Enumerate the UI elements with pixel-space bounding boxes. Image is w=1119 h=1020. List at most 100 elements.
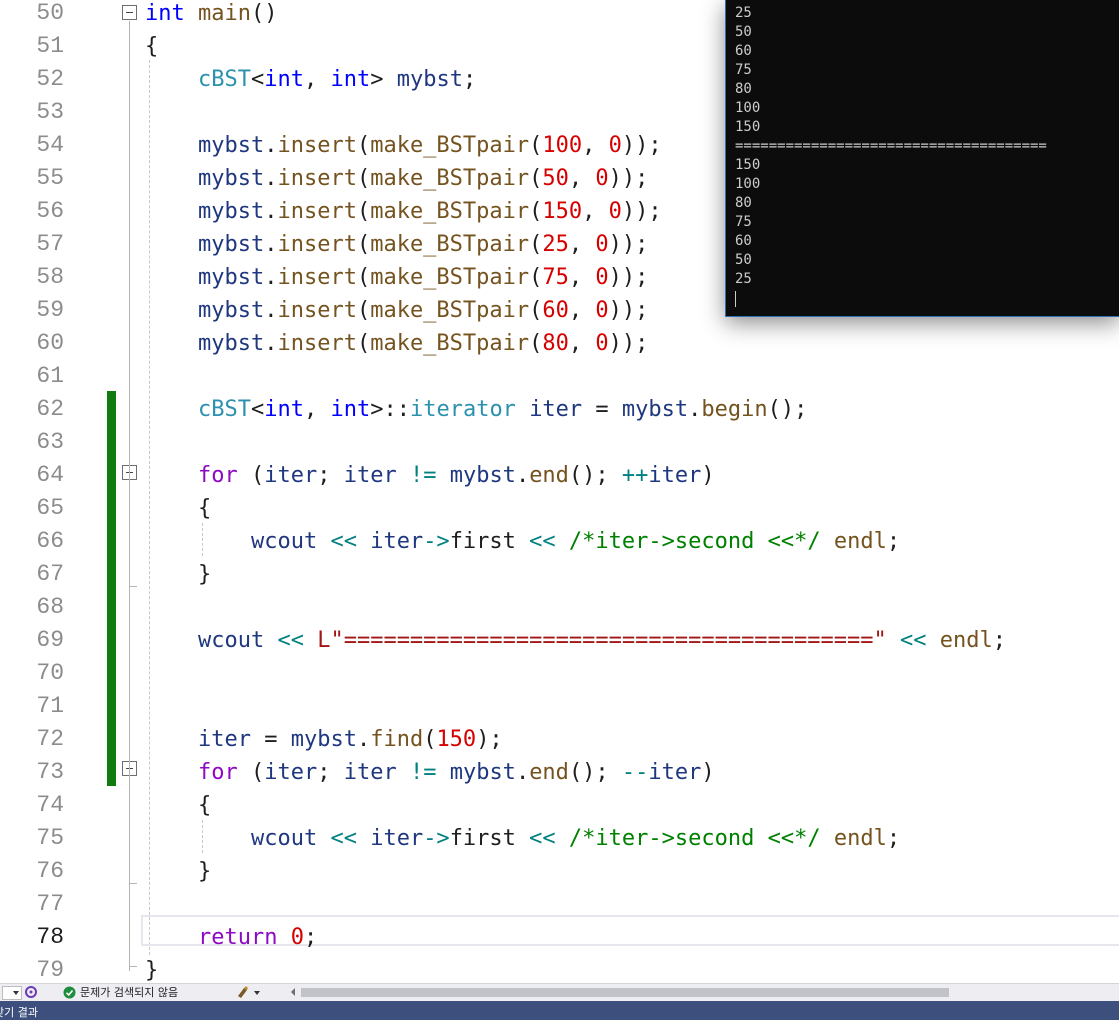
code-line[interactable]: return 0; <box>0 921 1119 954</box>
code-cleanup-icon[interactable] <box>236 985 262 1002</box>
code-token: 150 <box>436 727 477 752</box>
code-token: < <box>250 397 265 422</box>
code-line[interactable] <box>0 426 1119 459</box>
console-line: 80 <box>735 81 752 97</box>
code-token: , <box>303 397 331 422</box>
code-line[interactable] <box>0 690 1119 723</box>
code-line[interactable]: wcout << L"=============================… <box>0 624 1119 657</box>
code-token: ; <box>462 67 477 92</box>
code-token: { <box>145 793 212 818</box>
code-token: insert <box>277 199 357 224</box>
code-token: insert <box>277 232 357 257</box>
code-text[interactable]: } <box>145 954 158 983</box>
code-token: ( <box>529 166 543 191</box>
code-line[interactable]: mybst.insert(make_BSTpair(80, 0)); <box>0 327 1119 360</box>
code-text[interactable]: } <box>145 558 211 591</box>
code-token: make_BSTpair <box>370 133 530 158</box>
zoom-dropdown-icon[interactable] <box>2 986 22 1000</box>
code-token: 0 <box>595 232 609 257</box>
code-line[interactable]: iter = mybst.find(150); <box>0 723 1119 756</box>
code-text[interactable]: { <box>145 789 211 822</box>
code-line[interactable]: } <box>0 558 1119 591</box>
scroll-left-icon[interactable] <box>289 987 297 1000</box>
code-line[interactable] <box>0 591 1119 624</box>
code-token: ) <box>701 463 715 488</box>
code-text[interactable]: { <box>145 492 211 525</box>
code-token: . <box>264 133 278 158</box>
code-token: ( <box>356 298 371 323</box>
code-text[interactable]: mybst.insert(make_BSTpair(75, 0)); <box>145 261 648 294</box>
code-line[interactable]: for (iter; iter != mybst.end(); ++iter) <box>0 459 1119 492</box>
code-text[interactable]: iter = mybst.find(150); <box>145 723 503 756</box>
code-token: , <box>568 331 596 356</box>
code-text[interactable]: for (iter; iter != mybst.end(); ++iter) <box>145 459 715 492</box>
code-token: ; <box>317 463 344 488</box>
code-text[interactable]: wcout << iter->first << /*iter->second <… <box>145 525 900 558</box>
code-line[interactable]: wcout << iter->first << /*iter->second <… <box>0 525 1119 558</box>
code-token: , <box>582 133 609 158</box>
code-text[interactable]: return 0; <box>145 921 317 954</box>
code-token: } <box>145 859 212 884</box>
code-line[interactable]: } <box>0 855 1119 888</box>
code-token: , <box>568 298 596 323</box>
code-token: 0 <box>595 298 609 323</box>
code-token: ( <box>237 760 265 785</box>
code-text[interactable]: wcout << L"=============================… <box>145 624 1006 657</box>
code-token: . <box>264 232 278 257</box>
code-text[interactable]: for (iter; iter != mybst.end(); --iter) <box>145 756 715 789</box>
code-token: << <box>529 826 556 851</box>
code-token: mybst <box>449 760 516 785</box>
find-results-panel-tab[interactable]: 찾기 결과 <box>0 1001 1119 1020</box>
code-token: ++ <box>621 463 649 488</box>
console-line: 60 <box>735 233 752 249</box>
code-text[interactable]: cBST<int, int>::iterator iter = mybst.be… <box>145 393 807 426</box>
console-output-window[interactable]: 25 50 60 75 80 100 150 ========================… <box>725 0 1119 317</box>
code-line[interactable]: { <box>0 492 1119 525</box>
code-token: () <box>250 1 278 26</box>
code-line[interactable]: { <box>0 789 1119 822</box>
code-token: mybst <box>197 331 265 356</box>
code-token: ; <box>317 760 344 785</box>
horizontal-scrollbar[interactable] <box>301 988 949 997</box>
code-line[interactable] <box>0 657 1119 690</box>
code-token: ; <box>886 529 901 554</box>
code-line[interactable]: wcout << iter->first << /*iter->second <… <box>0 822 1119 855</box>
code-text[interactable]: mybst.insert(make_BSTpair(25, 0)); <box>145 228 648 261</box>
code-token: mybst <box>197 133 265 158</box>
code-token: . <box>264 199 278 224</box>
code-line[interactable]: cBST<int, int>::iterator iter = mybst.be… <box>0 393 1119 426</box>
code-text[interactable]: cBST<int, int> mybst; <box>145 63 476 96</box>
code-token: (); <box>767 397 808 422</box>
code-line[interactable] <box>0 360 1119 393</box>
code-text[interactable]: mybst.insert(make_BSTpair(50, 0)); <box>145 162 648 195</box>
code-token: first <box>449 826 530 851</box>
code-token: . <box>515 760 530 785</box>
code-text[interactable]: { <box>145 30 158 63</box>
code-text[interactable]: } <box>145 855 211 888</box>
code-text[interactable]: mybst.insert(make_BSTpair(80, 0)); <box>145 327 648 360</box>
copilot-icon[interactable] <box>24 985 38 1002</box>
code-token: . <box>515 463 530 488</box>
code-token: end <box>529 463 569 488</box>
code-text[interactable]: mybst.insert(make_BSTpair(150, 0)); <box>145 195 662 228</box>
code-token: ) <box>701 760 715 785</box>
code-token: iterator <box>409 397 516 422</box>
no-issues-text[interactable]: 문제가 검색되지 않음 <box>80 985 178 1001</box>
code-token: mybst <box>449 463 516 488</box>
code-token: << <box>330 529 357 554</box>
code-text[interactable]: wcout << iter->first << /*iter->second <… <box>145 822 900 855</box>
code-line[interactable] <box>0 888 1119 921</box>
code-text[interactable]: int main() <box>145 0 277 30</box>
code-token: end <box>529 760 569 785</box>
code-token: make_BSTpair <box>370 331 530 356</box>
code-line[interactable]: } <box>0 954 1119 983</box>
code-text[interactable]: mybst.insert(make_BSTpair(60, 0)); <box>145 294 648 327</box>
code-token: -- <box>621 760 649 785</box>
code-text[interactable]: mybst.insert(make_BSTpair(100, 0)); <box>145 129 662 162</box>
code-line[interactable]: for (iter; iter != mybst.end(); --iter) <box>0 756 1119 789</box>
